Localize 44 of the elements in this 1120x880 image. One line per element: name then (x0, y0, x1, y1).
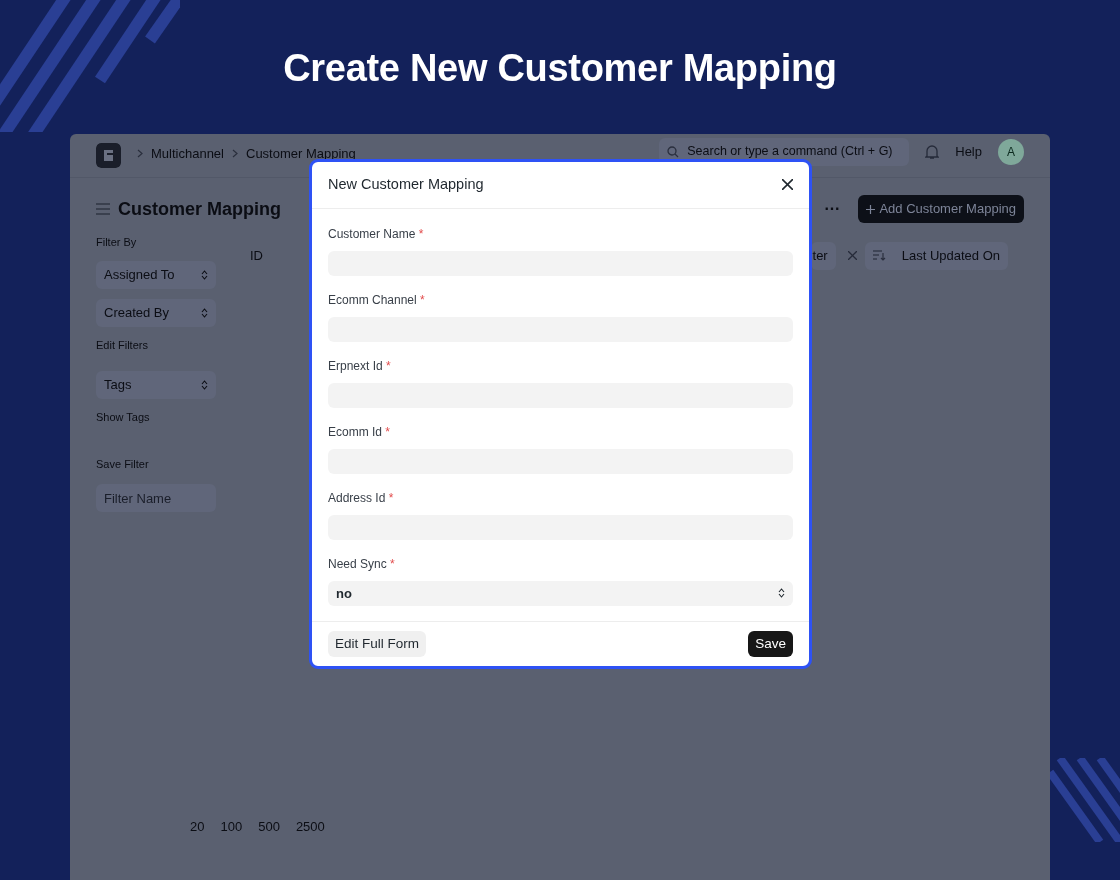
filter-select[interactable]: Tags (96, 371, 216, 399)
logo-icon (96, 143, 121, 168)
sidebar-label: Filter By (96, 235, 138, 250)
filter-name-field[interactable]: Filter Name (96, 484, 216, 512)
select-field[interactable]: no (328, 580, 793, 606)
plus-icon (866, 204, 876, 214)
field-label: Erpnext Id * (328, 357, 392, 375)
menu-icon[interactable] (96, 203, 110, 215)
search-icon (667, 145, 680, 158)
page-size-option[interactable]: 20 (190, 816, 205, 836)
help-menu[interactable]: Help (955, 141, 982, 162)
sort-button[interactable]: Last Updated On (864, 242, 1008, 270)
chevron-icon (137, 149, 143, 158)
field-label: Ecomm Channel * (328, 291, 426, 309)
save-button[interactable]: Save (748, 630, 793, 658)
close-icon[interactable] (782, 179, 793, 191)
column-header: ID (250, 247, 263, 265)
field-label: Ecomm Id * (328, 423, 392, 441)
field-label: Address Id * (328, 489, 395, 507)
page-title: Customer Mapping (118, 197, 281, 221)
more-menu[interactable]: ··· (824, 197, 841, 221)
page-size-option[interactable]: 500 (258, 816, 280, 836)
field-label: Customer Name * (328, 225, 425, 243)
sort-arrows-icon (778, 588, 785, 599)
filter-button[interactable]: ter (810, 242, 836, 270)
sort-arrows-icon (201, 269, 208, 280)
sidebar-label: Save Filter (96, 456, 150, 472)
breadcrumb-link[interactable]: Multichannel (151, 143, 224, 164)
page-size-option[interactable]: 2500 (295, 816, 325, 836)
edit-full-form-button[interactable]: Edit Full Form (328, 630, 426, 658)
user-avatar[interactable]: A (998, 138, 1024, 165)
filter-select[interactable]: Created By (96, 298, 216, 327)
dialog-title: New Customer Mapping (328, 175, 484, 195)
field-label: Need Sync * (328, 555, 396, 573)
bell-icon[interactable] (925, 143, 940, 160)
filter-select[interactable]: Assigned To (96, 260, 216, 289)
sort-arrows-icon (201, 380, 208, 390)
page-size-option[interactable]: 100 (220, 816, 243, 836)
chevron-icon (232, 149, 238, 158)
clear-icon[interactable] (847, 251, 857, 261)
sort-arrows-icon (201, 307, 208, 318)
sort-icon (872, 250, 886, 262)
add-button[interactable]: Add Customer Mapping (858, 195, 1024, 223)
page-headline: Create New Customer Mapping (283, 46, 837, 91)
